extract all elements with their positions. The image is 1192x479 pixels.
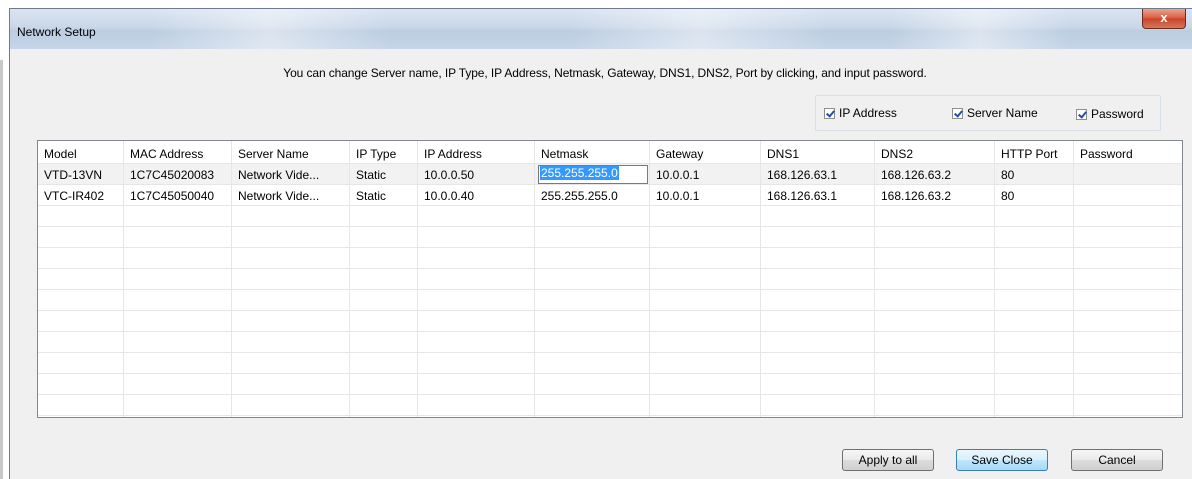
table-cell-server-name[interactable]: Network Vide... — [238, 189, 319, 203]
column-header-dns1[interactable]: DNS1 — [767, 147, 799, 161]
table-cell-ip-type[interactable]: Static — [356, 189, 386, 203]
network-setup-dialog: Network Setup x You can change Server na… — [9, 8, 1192, 479]
instruction-text: You can change Server name, IP Type, IP … — [283, 66, 927, 80]
column-divider — [994, 141, 995, 417]
table-cell-dns1[interactable]: 168.126.63.1 — [767, 168, 837, 182]
password-checkbox[interactable]: Password — [1076, 107, 1144, 121]
column-divider — [760, 141, 761, 417]
table-cell-gateway[interactable]: 10.0.0.1 — [656, 189, 699, 203]
column-header-ip-address[interactable]: IP Address — [424, 147, 482, 161]
row-divider — [38, 226, 1182, 227]
dialog-content: You can change Server name, IP Type, IP … — [18, 49, 1192, 479]
save-close-button[interactable]: Save Close — [956, 449, 1048, 471]
ip-address-checkbox-label: IP Address — [839, 106, 897, 120]
table-cell-model[interactable]: VTC-IR402 — [44, 189, 104, 203]
row-divider — [38, 310, 1182, 311]
column-header-gateway[interactable]: Gateway — [656, 147, 703, 161]
server-name-checkbox[interactable]: Server Name — [952, 106, 1038, 120]
checkbox-checked-icon — [952, 107, 963, 119]
title-bar[interactable]: Network Setup x — [10, 9, 1192, 49]
column-divider — [874, 141, 875, 417]
row-divider — [38, 247, 1182, 248]
table-cell-ip-address[interactable]: 10.0.0.50 — [424, 168, 474, 182]
row-divider — [38, 163, 1182, 164]
table-cell-server-name[interactable]: Network Vide... — [238, 168, 319, 182]
checkbox-checked-icon — [1076, 108, 1087, 120]
table-cell-gateway[interactable]: 10.0.0.1 — [656, 168, 699, 182]
cancel-button[interactable]: Cancel — [1071, 449, 1163, 471]
table-cell-mac-address[interactable]: 1C7C45020083 — [130, 168, 214, 182]
table-cell-mac-address[interactable]: 1C7C45050040 — [130, 189, 214, 203]
table-cell-netmask[interactable]: 255.255.255.0 — [541, 189, 618, 203]
close-icon: x — [1160, 10, 1168, 25]
row-divider — [38, 373, 1182, 374]
row-divider — [38, 415, 1182, 416]
apply-to-all-button[interactable]: Apply to all — [842, 449, 934, 471]
column-header-password[interactable]: Password — [1080, 147, 1133, 161]
table-cell-dns2[interactable]: 168.126.63.2 — [881, 189, 951, 203]
column-divider — [417, 141, 418, 417]
row-divider — [38, 331, 1182, 332]
table-cell-ip-type[interactable]: Static — [356, 168, 386, 182]
column-header-mac-address[interactable]: MAC Address — [130, 147, 203, 161]
column-divider — [534, 141, 535, 417]
checkbox-checked-icon — [824, 107, 835, 119]
column-divider — [123, 141, 124, 417]
column-header-server-name[interactable]: Server Name — [238, 147, 309, 161]
column-header-http-port[interactable]: HTTP Port — [1001, 147, 1057, 161]
column-header-netmask[interactable]: Netmask — [541, 147, 588, 161]
row-divider — [38, 394, 1182, 395]
display-options-group: IP Address Server Name Password — [815, 95, 1161, 131]
row-divider — [38, 268, 1182, 269]
column-header-dns2[interactable]: DNS2 — [881, 147, 913, 161]
background-window-edge — [0, 0, 9, 479]
window-title: Network Setup — [17, 25, 96, 39]
column-divider — [1073, 141, 1074, 417]
selected-text: 255.255.255.0 — [540, 166, 619, 180]
device-table[interactable]: Model MAC Address Server Name IP Type IP Add… — [37, 140, 1183, 418]
table-cell-dns2[interactable]: 168.126.63.2 — [881, 168, 951, 182]
table-cell-http-port[interactable]: 80 — [1001, 168, 1014, 182]
column-divider — [649, 141, 650, 417]
table-cell-http-port[interactable]: 80 — [1001, 189, 1014, 203]
row-divider — [38, 205, 1182, 206]
row-divider — [38, 184, 1182, 185]
table-cell-ip-address[interactable]: 10.0.0.40 — [424, 189, 474, 203]
close-button[interactable]: x — [1142, 9, 1186, 29]
row-divider — [38, 289, 1182, 290]
netmask-edit-field[interactable]: 255.255.255.0 — [538, 165, 648, 184]
password-checkbox-label: Password — [1091, 107, 1144, 121]
column-header-ip-type[interactable]: IP Type — [356, 147, 396, 161]
column-divider — [231, 141, 232, 417]
server-name-checkbox-label: Server Name — [967, 106, 1038, 120]
table-cell-model[interactable]: VTD-13VN — [44, 168, 102, 182]
column-header-model[interactable]: Model — [44, 147, 77, 161]
column-divider — [349, 141, 350, 417]
table-cell-dns1[interactable]: 168.126.63.1 — [767, 189, 837, 203]
ip-address-checkbox[interactable]: IP Address — [824, 106, 897, 120]
row-divider — [38, 352, 1182, 353]
